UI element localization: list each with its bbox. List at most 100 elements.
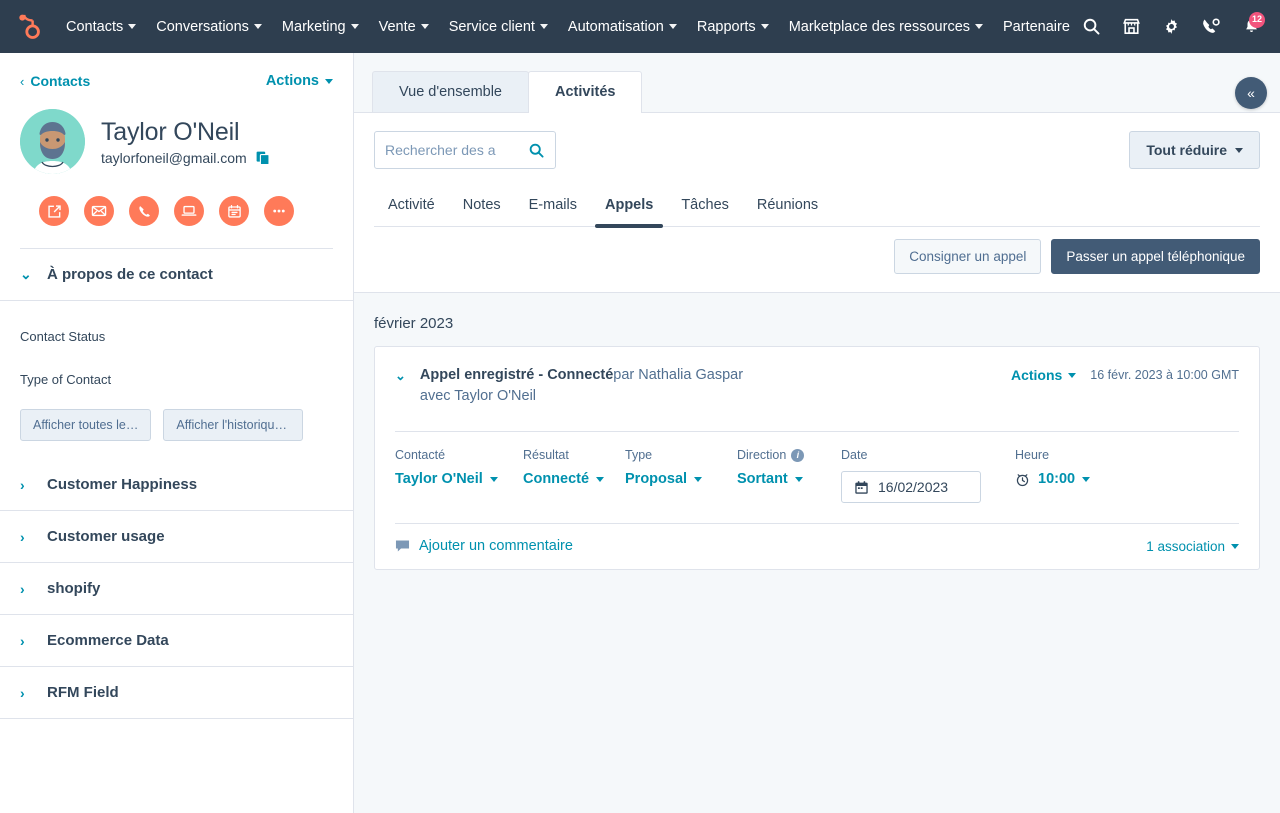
nav-item-marketplace[interactable]: Marketplace des ressources: [779, 13, 993, 41]
add-comment-link[interactable]: Ajouter un commentaire: [395, 538, 573, 554]
timeline-month-label: février 2023: [374, 315, 1260, 332]
tab-activites[interactable]: Activités: [528, 71, 642, 113]
sidebar-section-ecommerce-data[interactable]: › Ecommerce Data: [0, 615, 353, 667]
field-value-resultat[interactable]: Connecté: [523, 471, 625, 487]
contact-identity: Taylor O'Neil taylorfoneil@gmail.com: [20, 109, 333, 174]
note-icon[interactable]: [39, 196, 69, 226]
sidebar-section-customer-happiness[interactable]: › Customer Happiness: [0, 459, 353, 511]
contact-name: Taylor O'Neil: [101, 118, 270, 147]
chevron-down-icon: [975, 24, 983, 29]
notification-badge: 12: [1249, 12, 1265, 28]
nav-item-marketing[interactable]: Marketing: [272, 13, 369, 41]
search-icon[interactable]: [1076, 12, 1106, 42]
nav-item-automatisation[interactable]: Automatisation: [558, 13, 687, 41]
nav-item-partenaires[interactable]: Partenaires: [993, 13, 1070, 41]
add-comment-label: Ajouter un commentaire: [419, 538, 573, 554]
field-value-type[interactable]: Proposal: [625, 471, 737, 487]
chevron-down-icon: ⌄: [20, 266, 30, 283]
task-icon[interactable]: [219, 196, 249, 226]
about-action-buttons: Afficher toutes le… Afficher l'historiqu…: [20, 409, 333, 441]
view-all-properties-button[interactable]: Afficher toutes le…: [20, 409, 151, 441]
notifications-bell-icon[interactable]: 12: [1236, 12, 1266, 42]
activity-card-footer: Ajouter un commentaire 1 association: [395, 523, 1239, 569]
subtab-emails[interactable]: E-mails: [515, 187, 591, 226]
chevron-left-icon: ‹: [20, 74, 24, 89]
sidebar-section-rfm-field[interactable]: › RFM Field: [0, 667, 353, 719]
call-icon[interactable]: [129, 196, 159, 226]
field-label-direction: Direction i: [737, 448, 841, 462]
phone-support-icon[interactable]: [1196, 12, 1226, 42]
field-value-text: Sortant: [737, 471, 788, 487]
nav-item-conversations[interactable]: Conversations: [146, 13, 272, 41]
contact-sidebar: ‹ Contacts Actions: [0, 53, 354, 813]
field-label: Heure: [1015, 448, 1090, 462]
nav-icon-group: 12: [1070, 12, 1266, 42]
search-input-wrapper[interactable]: [374, 131, 556, 169]
subtab-notes[interactable]: Notes: [449, 187, 515, 226]
email-icon[interactable]: [84, 196, 114, 226]
activity-timeline: février 2023 ⌄ Appel enregistré - Connec…: [354, 293, 1280, 570]
tab-vue-densemble[interactable]: Vue d'ensemble: [372, 71, 529, 112]
collapse-panel-icon[interactable]: «: [1235, 77, 1267, 109]
activity-title-by: par Nathalia Gaspar: [613, 367, 743, 383]
subtab-activite[interactable]: Activité: [374, 187, 449, 226]
activity-actions-dropdown[interactable]: Actions: [1011, 367, 1076, 383]
nav-item-vente[interactable]: Vente: [369, 13, 439, 41]
chevron-down-icon: [325, 79, 333, 84]
time-picker[interactable]: 10:00: [1015, 471, 1090, 487]
search-input[interactable]: [385, 142, 528, 158]
field-value-contacte[interactable]: Taylor O'Neil: [395, 471, 523, 487]
calendar-icon: [854, 480, 869, 495]
nav-item-rapports[interactable]: Rapports: [687, 13, 779, 41]
nav-item-service-client[interactable]: Service client: [439, 13, 558, 41]
about-properties: Contact Status Type of Contact Afficher …: [0, 329, 353, 459]
copy-icon[interactable]: [256, 151, 270, 165]
subtab-taches[interactable]: Tâches: [667, 187, 743, 226]
chevron-down-icon[interactable]: ⌄: [395, 368, 406, 384]
sidebar-section-label: Ecommerce Data: [47, 632, 169, 649]
chevron-right-icon: ›: [20, 633, 30, 649]
chevron-down-icon: [761, 24, 769, 29]
settings-gear-icon[interactable]: [1156, 12, 1186, 42]
date-input[interactable]: 16/02/2023: [841, 471, 981, 503]
time-value-wrapper: 10:00: [1038, 471, 1090, 487]
nav-item-label: Automatisation: [568, 19, 664, 35]
activity-timestamp: 16 févr. 2023 à 10:00 GMT: [1090, 368, 1239, 382]
log-call-button[interactable]: Consigner un appel: [894, 239, 1041, 274]
meeting-icon[interactable]: [174, 196, 204, 226]
sidebar-section-label: Customer Happiness: [47, 476, 197, 493]
sidebar-section-shopify[interactable]: › shopify: [0, 563, 353, 615]
sidebar-section-about[interactable]: ⌄ À propos de ce contact: [0, 249, 353, 301]
associations-dropdown[interactable]: 1 association: [1146, 539, 1239, 554]
more-icon[interactable]: [264, 196, 294, 226]
subtab-appels[interactable]: Appels: [591, 187, 667, 226]
contact-actions-dropdown[interactable]: Actions: [266, 73, 333, 89]
field-value-direction[interactable]: Sortant: [737, 471, 841, 487]
tab-label: Activités: [555, 84, 615, 100]
comment-icon: [395, 539, 410, 553]
activity-fields: Contacté Taylor O'Neil Résultat Connecté: [395, 432, 1239, 523]
chevron-down-icon: [1235, 148, 1243, 153]
chevron-down-icon: [1068, 373, 1076, 378]
call-action-buttons: Consigner un appel Passer un appel télép…: [374, 227, 1260, 292]
subtab-label: E-mails: [529, 197, 577, 213]
subtab-reunions[interactable]: Réunions: [743, 187, 832, 226]
chevron-down-icon: [669, 24, 677, 29]
nav-item-contacts[interactable]: Contacts: [56, 13, 146, 41]
sidebar-section-customer-usage[interactable]: › Customer usage: [0, 511, 353, 563]
marketplace-icon[interactable]: [1116, 12, 1146, 42]
search-icon[interactable]: [528, 142, 545, 159]
make-call-button[interactable]: Passer un appel téléphonique: [1051, 239, 1260, 274]
property-label-type-of-contact: Type of Contact: [20, 372, 333, 387]
contact-text-block: Taylor O'Neil taylorfoneil@gmail.com: [101, 118, 270, 166]
chevron-right-icon: ›: [20, 477, 30, 493]
hubspot-logo-icon[interactable]: [10, 10, 44, 44]
sidebar-section-label: À propos de ce contact: [47, 266, 213, 283]
sidebar-section-label: Customer usage: [47, 528, 165, 545]
back-to-contacts-link[interactable]: ‹ Contacts: [20, 73, 90, 89]
associations-label: 1 association: [1146, 539, 1225, 554]
chevron-down-icon: [128, 24, 136, 29]
info-icon[interactable]: i: [791, 449, 804, 462]
view-property-history-button[interactable]: Afficher l'historique d…: [163, 409, 303, 441]
collapse-all-button[interactable]: Tout réduire: [1129, 131, 1260, 169]
